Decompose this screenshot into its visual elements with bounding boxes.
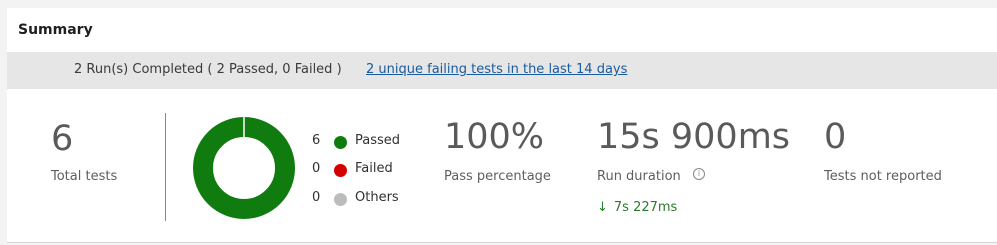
summary-title: Summary <box>18 22 93 38</box>
legend-passed-swatch <box>334 136 347 149</box>
summary-card: Summary 2 Run(s) Completed ( 2 Passed, 0… <box>7 8 997 243</box>
pass-percentage-value: 100% <box>444 117 545 157</box>
info-icon[interactable]: i <box>693 168 705 180</box>
legend-passed-label: Passed <box>355 133 401 148</box>
summary-banner: 2 Run(s) Completed ( 2 Passed, 0 Failed … <box>7 52 997 89</box>
runs-completed-text: 2 Run(s) Completed ( 2 Passed, 0 Failed … <box>74 62 342 77</box>
run-duration-value: 15s 900ms <box>597 117 791 157</box>
failing-tests-link[interactable]: 2 unique failing tests in the last 14 da… <box>366 62 627 77</box>
total-tests-value: 6 <box>51 119 74 159</box>
legend-failed-count: 0 <box>312 161 321 176</box>
legend-failed-label: Failed <box>355 161 393 176</box>
run-duration-delta-value: 7s 227ms <box>613 200 678 215</box>
legend-others-swatch <box>334 193 347 206</box>
stats-divider <box>165 113 166 221</box>
donut-slice-passed <box>193 117 295 219</box>
not-reported-label: Tests not reported <box>824 169 942 184</box>
legend-others-count: 0 <box>312 190 321 205</box>
not-reported-value: 0 <box>824 117 847 157</box>
legend-failed-swatch <box>334 164 347 177</box>
arrow-down-icon: ↓ <box>597 200 608 215</box>
total-tests-label: Total tests <box>51 169 118 184</box>
legend-others-label: Others <box>355 190 399 205</box>
legend-passed-count: 6 <box>312 133 321 148</box>
run-duration-delta: ↓ 7s 227ms <box>597 200 677 215</box>
run-duration-label: Run duration <box>597 169 681 184</box>
outcome-donut-chart <box>193 117 295 219</box>
pass-percentage-label: Pass percentage <box>444 169 551 184</box>
